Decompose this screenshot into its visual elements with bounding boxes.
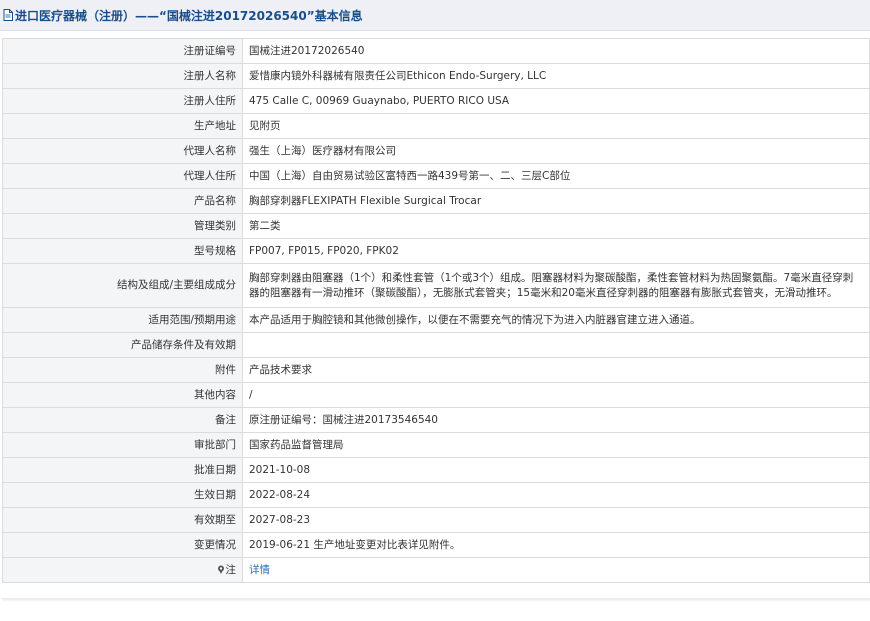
table-row-management-class: 管理类别 第二类 xyxy=(2,213,870,239)
row-label: 附件 xyxy=(2,357,243,383)
row-label: 生产地址 xyxy=(2,113,243,139)
row-value xyxy=(242,332,870,358)
row-label: 型号规格 xyxy=(2,238,243,264)
row-label: 批准日期 xyxy=(2,457,243,483)
row-label: 注册证编号 xyxy=(2,38,243,64)
row-value: 2022-08-24 xyxy=(242,482,870,508)
row-value: 475 Calle C, 00969 Guaynabo, PUERTO RICO… xyxy=(242,88,870,114)
row-label: 代理人住所 xyxy=(2,163,243,189)
info-table: 注册证编号 国械注进20172026540 注册人名称 爱惜康内镜外科器械有限责… xyxy=(2,38,870,583)
table-row-reg-no: 注册证编号 国械注进20172026540 xyxy=(2,38,870,64)
row-label: 管理类别 xyxy=(2,213,243,239)
row-label: 适用范围/预期用途 xyxy=(2,307,243,333)
table-row-registrant-name: 注册人名称 爱惜康内镜外科器械有限责任公司Ethicon Endo-Surger… xyxy=(2,63,870,89)
note-label: 注 xyxy=(225,563,237,576)
map-pin-icon xyxy=(217,564,225,574)
page-header: 进口医疗器械（注册）——“国械注进20172026540”基本信息 xyxy=(0,0,870,31)
row-label: 审批部门 xyxy=(2,432,243,458)
row-label: 生效日期 xyxy=(2,482,243,508)
table-row-product-name: 产品名称 胸部穿刺器FLEXIPATH Flexible Surgical Tr… xyxy=(2,188,870,214)
row-value: 爱惜康内镜外科器械有限责任公司Ethicon Endo-Surgery, LLC xyxy=(242,63,870,89)
table-row-other: 其他内容 / xyxy=(2,382,870,408)
row-value: 2019-06-21 生产地址变更对比表详见附件。 xyxy=(242,532,870,558)
row-value: 国家药品监督管理局 xyxy=(242,432,870,458)
row-label: 有效期至 xyxy=(2,507,243,533)
table-row-intended-use: 适用范围/预期用途 本产品适用于胸腔镜和其他微创操作，以便在不需要充气的情况下为… xyxy=(2,307,870,333)
row-value: 本产品适用于胸腔镜和其他微创操作，以便在不需要充气的情况下为进入内脏器官建立进入… xyxy=(242,307,870,333)
table-row-agent-address: 代理人住所 中国（上海）自由贸易试验区富特西一路439号第一、二、三层C部位 xyxy=(2,163,870,189)
table-row-remark: 备注 原注册证编号：国械注进20173546540 xyxy=(2,407,870,433)
row-label: 注册人住所 xyxy=(2,88,243,114)
row-label: 其他内容 xyxy=(2,382,243,408)
table-row-production-address: 生产地址 见附页 xyxy=(2,113,870,139)
table-row-storage: 产品储存条件及有效期 xyxy=(2,332,870,358)
table-row-effective-date: 生效日期 2022-08-24 xyxy=(2,482,870,508)
row-label: 产品名称 xyxy=(2,188,243,214)
row-value: 2021-10-08 xyxy=(242,457,870,483)
divider xyxy=(2,598,870,602)
row-value: 见附页 xyxy=(242,113,870,139)
row-value: 中国（上海）自由贸易试验区富特西一路439号第一、二、三层C部位 xyxy=(242,163,870,189)
page-title: 进口医疗器械（注册）——“国械注进20172026540”基本信息 xyxy=(15,8,363,23)
row-value: 2027-08-23 xyxy=(242,507,870,533)
table-row-attachment: 附件 产品技术要求 xyxy=(2,357,870,383)
table-row-approval-date: 批准日期 2021-10-08 xyxy=(2,457,870,483)
row-value: 详情 xyxy=(242,557,870,583)
details-link[interactable]: 详情 xyxy=(249,564,270,576)
row-value: 原注册证编号：国械注进20173546540 xyxy=(242,407,870,433)
row-label: 变更情况 xyxy=(2,532,243,558)
table-row-changes: 变更情况 2019-06-21 生产地址变更对比表详见附件。 xyxy=(2,532,870,558)
row-label: 产品储存条件及有效期 xyxy=(2,332,243,358)
table-row-agent-name: 代理人名称 强生（上海）医疗器材有限公司 xyxy=(2,138,870,164)
table-row-model-spec: 型号规格 FP007, FP015, FP020, FPK02 xyxy=(2,238,870,264)
row-value: / xyxy=(242,382,870,408)
row-label: 备注 xyxy=(2,407,243,433)
row-label: 代理人名称 xyxy=(2,138,243,164)
table-row-approval-dept: 审批部门 国家药品监督管理局 xyxy=(2,432,870,458)
table-row-registrant-address: 注册人住所 475 Calle C, 00969 Guaynabo, PUERT… xyxy=(2,88,870,114)
row-value: 胸部穿刺器由阻塞器（1个）和柔性套管（1个或3个）组成。阻塞器材料为聚碳酸酯，柔… xyxy=(242,263,870,308)
table-row-expiry-date: 有效期至 2027-08-23 xyxy=(2,507,870,533)
table-row-note: 注 详情 xyxy=(2,557,870,583)
row-value: 强生（上海）医疗器材有限公司 xyxy=(242,138,870,164)
row-value: 产品技术要求 xyxy=(242,357,870,383)
row-label: 注 xyxy=(2,557,243,583)
row-value: 国械注进20172026540 xyxy=(242,38,870,64)
row-value: FP007, FP015, FP020, FPK02 xyxy=(242,238,870,264)
row-value: 第二类 xyxy=(242,213,870,239)
document-icon xyxy=(3,9,13,21)
row-label: 结构及组成/主要组成成分 xyxy=(2,263,243,308)
row-label: 注册人名称 xyxy=(2,63,243,89)
row-value: 胸部穿刺器FLEXIPATH Flexible Surgical Trocar xyxy=(242,188,870,214)
table-row-structure: 结构及组成/主要组成成分 胸部穿刺器由阻塞器（1个）和柔性套管（1个或3个）组成… xyxy=(2,263,870,308)
